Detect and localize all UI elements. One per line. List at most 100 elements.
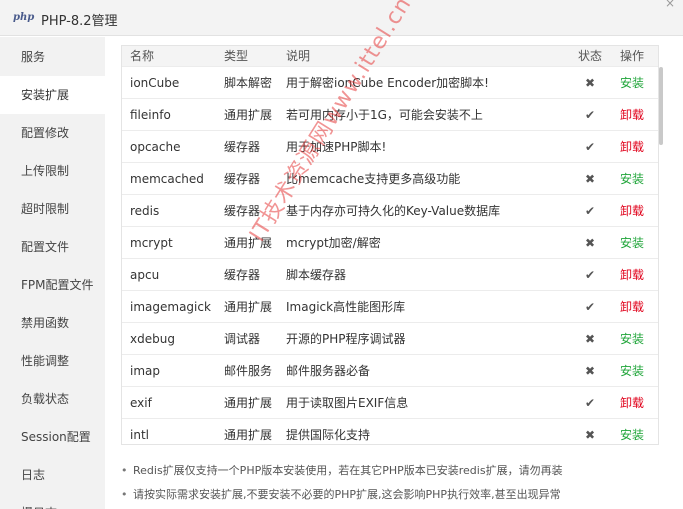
ext-name: intl: [130, 428, 149, 442]
ext-name: memcached: [130, 172, 204, 186]
extensions-table: 名称 类型 说明 状态 操作 ionCube 脚本解密 用于解密ionCube En…: [121, 45, 659, 445]
tip-item: Redis扩展仅支持一个PHP版本安装使用，若在其它PHP版本已安装redis扩…: [119, 459, 679, 483]
table-scrollbar[interactable]: [659, 45, 663, 445]
install-link[interactable]: 安装: [620, 323, 644, 355]
php-logo-icon: php: [13, 12, 35, 23]
header-status: 状态: [578, 49, 603, 63]
uninstall-link[interactable]: 卸载: [620, 195, 644, 227]
not-installed-x-icon: ✖: [584, 364, 596, 378]
table-row: imap 邮件服务 邮件服务器必备 ✖ 安装: [122, 354, 658, 387]
ext-desc: 若可用内存小于1G，可能会安装不上: [286, 108, 483, 122]
ext-desc: 提供国际化支持: [286, 428, 371, 442]
ext-type: 缓存器: [224, 172, 261, 186]
installed-check-icon: ✔: [584, 268, 596, 282]
install-link[interactable]: 安装: [620, 227, 644, 259]
install-link[interactable]: 安装: [620, 163, 644, 195]
install-link[interactable]: 安装: [620, 355, 644, 387]
main-panel: 名称 类型 说明 状态 操作 ionCube 脚本解密 用于解密ionCube En…: [105, 37, 683, 509]
ext-name: mcrypt: [130, 236, 173, 250]
installed-check-icon: ✔: [584, 108, 596, 122]
ext-desc: Imagick高性能图形库: [286, 300, 406, 314]
installed-check-icon: ✔: [584, 204, 596, 218]
ext-type: 通用扩展: [224, 236, 273, 250]
installed-check-icon: ✔: [584, 300, 596, 314]
ext-desc: mcrypt加密/解密: [286, 236, 381, 250]
ext-desc: 比memcache支持更多高级功能: [286, 172, 461, 186]
window-title: PHP-8.2管理: [41, 14, 118, 29]
ext-type: 调试器: [224, 332, 261, 346]
header-desc: 说明: [286, 49, 311, 63]
header-op: 操作: [620, 49, 645, 63]
sidebar-item[interactable]: 负载状态: [0, 380, 105, 418]
sidebar-item[interactable]: 性能调整: [0, 342, 105, 380]
sidebar-item[interactable]: 配置文件: [0, 228, 105, 266]
ext-desc: 邮件服务器必备: [286, 364, 371, 378]
table-row: intl 通用扩展 提供国际化支持 ✖ 安装: [122, 418, 658, 444]
ext-name: fileinfo: [130, 108, 171, 122]
header-name: 名称: [130, 49, 155, 63]
sidebar-item[interactable]: 安装扩展: [0, 76, 105, 114]
ext-name: exif: [130, 396, 152, 410]
ext-desc: 用于读取图片EXIF信息: [286, 396, 409, 410]
uninstall-link[interactable]: 卸载: [620, 259, 644, 291]
installed-check-icon: ✔: [584, 140, 596, 154]
not-installed-x-icon: ✖: [584, 332, 596, 346]
sidebar-item[interactable]: FPM配置文件: [0, 266, 105, 304]
ext-type: 缓存器: [224, 204, 261, 218]
uninstall-link[interactable]: 卸载: [620, 99, 644, 131]
ext-desc: 开源的PHP程序调试器: [286, 332, 406, 346]
ext-desc: 脚本缓存器: [286, 268, 347, 282]
window-titlebar: php PHP-8.2管理 ×: [0, 0, 683, 36]
table-row: opcache 缓存器 用于加速PHP脚本! ✔ 卸载: [122, 130, 658, 163]
tips-list: Redis扩展仅支持一个PHP版本安装使用，若在其它PHP版本已安装redis扩…: [119, 459, 679, 507]
ext-name: imap: [130, 364, 160, 378]
table-row: imagemagick 通用扩展 Imagick高性能图形库 ✔ 卸载: [122, 290, 658, 323]
close-icon[interactable]: ×: [665, 0, 675, 10]
ext-name: opcache: [130, 140, 181, 154]
ext-type: 缓存器: [224, 268, 261, 282]
table-row: apcu 缓存器 脚本缓存器 ✔ 卸载: [122, 258, 658, 291]
sidebar-item[interactable]: 禁用函数: [0, 304, 105, 342]
ext-desc: 用于解密ionCube Encoder加密脚本!: [286, 76, 489, 90]
install-link[interactable]: 安装: [620, 67, 644, 99]
sidebar-item[interactable]: 超时限制: [0, 190, 105, 228]
not-installed-x-icon: ✖: [584, 76, 596, 90]
not-installed-x-icon: ✖: [584, 428, 596, 442]
sidebar-item[interactable]: 上传限制: [0, 152, 105, 190]
ext-type: 脚本解密: [224, 76, 273, 90]
not-installed-x-icon: ✖: [584, 172, 596, 186]
sidebar-item[interactable]: 日志: [0, 456, 105, 494]
table-row: fileinfo 通用扩展 若可用内存小于1G，可能会安装不上 ✔ 卸载: [122, 98, 658, 131]
table-row: redis 缓存器 基于内存亦可持久化的Key-Value数据库 ✔ 卸载: [122, 194, 658, 227]
ext-name: ionCube: [130, 76, 180, 90]
ext-desc: 基于内存亦可持久化的Key-Value数据库: [286, 204, 501, 218]
uninstall-link[interactable]: 卸载: [620, 131, 644, 163]
ext-type: 通用扩展: [224, 108, 273, 122]
ext-name: xdebug: [130, 332, 175, 346]
ext-desc: 用于加速PHP脚本!: [286, 140, 387, 154]
header-type: 类型: [224, 49, 249, 63]
ext-type: 通用扩展: [224, 396, 273, 410]
sidebar-item[interactable]: Session配置: [0, 418, 105, 456]
table-row: exif 通用扩展 用于读取图片EXIF信息 ✔ 卸载: [122, 386, 658, 419]
sidebar-item[interactable]: 慢日志: [0, 494, 105, 509]
ext-name: imagemagick: [130, 300, 211, 314]
tip-item: 请按实际需求安装扩展,不要安装不必要的PHP扩展,这会影响PHP执行效率,甚至出…: [119, 483, 679, 507]
ext-type: 邮件服务: [224, 364, 273, 378]
sidebar: 服务 安装扩展 配置修改 上传限制 超时限制 配置文件 FPM配置文件 禁用函数 性能调整 负载状…: [0, 37, 105, 509]
sidebar-item[interactable]: 配置修改: [0, 114, 105, 152]
table-header: 名称 类型 说明 状态 操作: [122, 46, 658, 66]
install-link[interactable]: 安装: [620, 419, 644, 444]
uninstall-link[interactable]: 卸载: [620, 291, 644, 323]
table-row: ionCube 脚本解密 用于解密ionCube Encoder加密脚本! ✖ 安装: [122, 66, 658, 99]
ext-name: redis: [130, 204, 160, 218]
ext-type: 缓存器: [224, 140, 261, 154]
installed-check-icon: ✔: [584, 396, 596, 410]
not-installed-x-icon: ✖: [584, 236, 596, 250]
scrollbar-thumb[interactable]: [659, 67, 663, 145]
uninstall-link[interactable]: 卸载: [620, 387, 644, 419]
table-row: xdebug 调试器 开源的PHP程序调试器 ✖ 安装: [122, 322, 658, 355]
sidebar-item[interactable]: 服务: [0, 38, 105, 76]
ext-type: 通用扩展: [224, 300, 273, 314]
ext-name: apcu: [130, 268, 160, 282]
